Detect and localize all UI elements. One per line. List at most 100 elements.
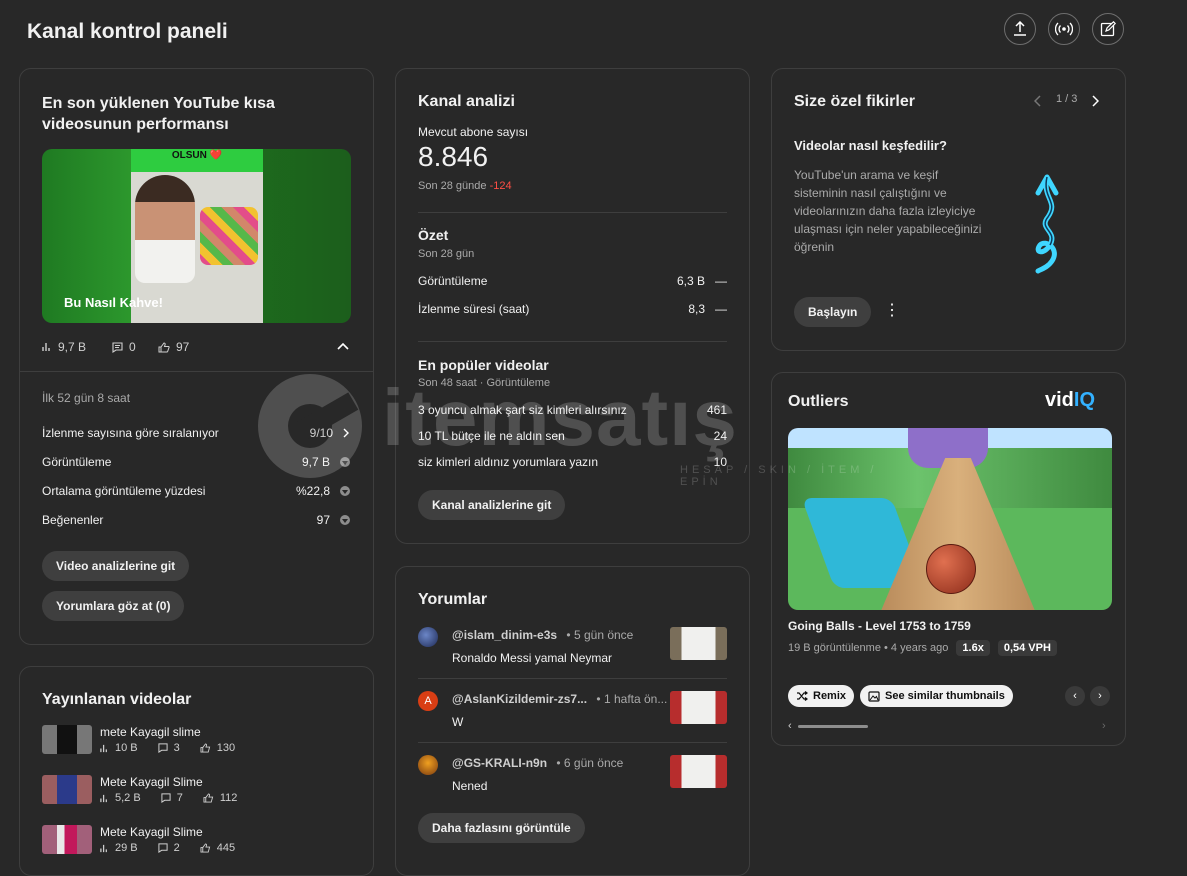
subscribers-change-label: Son 28 günde bbox=[418, 180, 487, 192]
metric-value: 9,7 B bbox=[301, 455, 330, 469]
avatar: A bbox=[418, 691, 438, 711]
idea-body: YouTube'un arama ve keşif sisteminin nas… bbox=[794, 168, 982, 254]
comment-text: Nened bbox=[452, 779, 488, 793]
comment-item[interactable]: A @AslanKizildemir-zs7... • 1 hafta ön..… bbox=[418, 691, 728, 741]
metric-label: İzlenme sayısına göre sıralanıyor bbox=[42, 426, 219, 440]
comments-stat: 0 bbox=[112, 340, 136, 354]
outlier-vph-badge: 0,54 VPH bbox=[997, 640, 1057, 656]
more-options-icon[interactable]: ⋮ bbox=[884, 303, 900, 319]
subscribers-change-row: Son 28 günde -124 bbox=[418, 180, 512, 192]
video-title: Mete Kayagil Slime bbox=[100, 825, 203, 839]
metric-label: Beğenenler bbox=[42, 513, 104, 527]
comment-item[interactable]: @islam_dinim-e3s • 5 gün önce Ronaldo Me… bbox=[418, 627, 728, 677]
similar-thumbnails-button[interactable]: See similar thumbnails bbox=[860, 685, 1013, 707]
idea-headline: Videolar nasıl keşfedilir? bbox=[794, 138, 947, 153]
outliers-title: Outliers bbox=[788, 393, 849, 410]
likes-value: 130 bbox=[216, 742, 236, 754]
thumbs-up-icon bbox=[200, 743, 210, 753]
carousel-prev-button[interactable]: ‹ bbox=[1065, 686, 1085, 706]
upload-button[interactable] bbox=[1004, 13, 1036, 45]
chevron-right-icon[interactable] bbox=[1091, 95, 1099, 107]
metric-row-avg-view: Ortalama görüntüleme yüzdesi %22,8 bbox=[42, 484, 350, 498]
comment-time: • 1 hafta ön... bbox=[596, 692, 668, 706]
summary-label: Görüntüleme bbox=[418, 274, 488, 288]
top-video-row[interactable]: 3 oyuncu almak şart siz kimleri alırsını… bbox=[418, 403, 727, 417]
remix-label: Remix bbox=[813, 690, 847, 702]
video-thumbnail bbox=[42, 725, 92, 754]
metric-value: %22,8 bbox=[295, 484, 330, 498]
comments-value: 2 bbox=[173, 842, 180, 854]
scroll-right-arrow-icon[interactable]: › bbox=[1102, 720, 1106, 732]
thumbnail-caption: Bu Nasıl Kahve! bbox=[64, 295, 163, 310]
video-thumbnail bbox=[42, 825, 92, 854]
views-stat: 5,2 B bbox=[100, 792, 141, 804]
ideas-pager: 1 / 3 bbox=[1056, 93, 1078, 105]
bar-chart-icon bbox=[100, 744, 107, 752]
horizontal-scrollbar[interactable] bbox=[798, 725, 868, 728]
top-video-views: 461 bbox=[706, 403, 727, 417]
likes-stat: 130 bbox=[200, 742, 235, 754]
chevron-up-icon[interactable] bbox=[337, 342, 349, 350]
create-post-button[interactable] bbox=[1092, 13, 1124, 45]
similar-label: See similar thumbnails bbox=[885, 690, 1005, 702]
views-value: 29 B bbox=[115, 842, 138, 854]
video-title: Mete Kayagil Slime bbox=[100, 775, 203, 789]
remix-button[interactable]: Remix bbox=[788, 685, 855, 707]
comment-time: • 5 gün önce bbox=[566, 628, 634, 642]
divider bbox=[418, 678, 727, 679]
published-video-item[interactable]: Mete Kayagil Slime 5,2 B 7 112 bbox=[42, 775, 237, 804]
scroll-left-arrow-icon[interactable]: ‹ bbox=[788, 720, 792, 732]
bar-chart-icon bbox=[100, 794, 107, 802]
view-more-comments-button[interactable]: Daha fazlasını görüntüle bbox=[418, 813, 585, 843]
published-video-item[interactable]: mete Kayagil slime 10 B 3 130 bbox=[42, 725, 235, 754]
outlier-video-title[interactable]: Going Balls - Level 1753 to 1759 bbox=[788, 619, 971, 633]
trend-down-icon bbox=[340, 515, 350, 525]
subscribers-change-value: -124 bbox=[489, 180, 512, 192]
trend-down-icon bbox=[340, 486, 350, 496]
summary-row-watch-time: İzlenme süresi (saat) 8,3 — bbox=[418, 302, 727, 316]
top-video-row[interactable]: 10 TL bütçe ile ne aldın sen 24 bbox=[418, 429, 727, 443]
comments-value: 0 bbox=[129, 340, 136, 354]
subscribers-value: 8.846 bbox=[418, 141, 489, 172]
thumbs-up-icon bbox=[203, 793, 213, 803]
metric-row-rank[interactable]: İzlenme sayısına göre sıralanıyor 9/10 bbox=[42, 426, 350, 440]
broadcast-icon bbox=[1055, 22, 1073, 36]
summary-value: 6,3 B bbox=[676, 274, 705, 288]
shorts-card-title: En son yüklenen YouTube kısa videosunun … bbox=[42, 95, 275, 133]
shorts-thumbnail[interactable]: OLSUN ❤️ Bu Nasıl Kahve! bbox=[42, 149, 351, 323]
summary-trend: — bbox=[715, 302, 727, 316]
view-comments-button[interactable]: Yorumlara göz at (0) bbox=[42, 591, 185, 621]
channel-analytics-button[interactable]: Kanal analizlerine git bbox=[418, 490, 566, 520]
carousel-next-button[interactable]: › bbox=[1090, 686, 1110, 706]
comment-icon bbox=[158, 843, 168, 853]
subscribers-label: Mevcut abone sayısı bbox=[418, 125, 529, 139]
views-value: 10 B bbox=[115, 742, 138, 754]
avatar bbox=[418, 755, 438, 775]
top-video-title: siz kimleri aldınız yorumlara yazın bbox=[418, 455, 599, 469]
ideas-card: Size özel fikirler 1 / 3 Videolar nasıl … bbox=[771, 68, 1126, 351]
summary-value: 8,3 bbox=[688, 302, 705, 316]
comment-video-thumbnail bbox=[670, 755, 727, 788]
page-title: Kanal kontrol paneli bbox=[27, 20, 228, 43]
published-video-item[interactable]: Mete Kayagil Slime 29 B 2 445 bbox=[42, 825, 235, 854]
summary-title: Özet bbox=[418, 227, 449, 243]
outlier-thumbnail[interactable] bbox=[788, 428, 1112, 610]
comment-item[interactable]: @GS-KRALI-n9n • 6 gün önce Nened bbox=[418, 755, 728, 805]
comment-text: Ronaldo Messi yamal Neymar bbox=[452, 651, 613, 665]
top-video-row[interactable]: siz kimleri aldınız yorumlara yazın 10 bbox=[418, 455, 727, 469]
get-started-button[interactable]: Başlayın bbox=[794, 297, 872, 327]
views-stat: 29 B bbox=[100, 842, 138, 854]
go-live-button[interactable] bbox=[1048, 13, 1080, 45]
comment-icon bbox=[161, 793, 171, 803]
summary-label: İzlenme süresi (saat) bbox=[418, 302, 530, 316]
trend-down-icon bbox=[340, 457, 350, 467]
vidiq-logo-iq: IQ bbox=[1073, 389, 1096, 411]
video-analytics-button[interactable]: Video analizlerine git bbox=[42, 551, 190, 581]
views-stat: 9,7 B bbox=[42, 340, 86, 354]
toy-figure bbox=[200, 207, 258, 265]
thumbs-up-icon bbox=[200, 843, 210, 853]
likes-stat: 112 bbox=[203, 792, 237, 804]
published-videos-card: Yayınlanan videolar mete Kayagil slime 1… bbox=[19, 666, 374, 876]
chevron-left-icon[interactable] bbox=[1034, 95, 1042, 107]
divider bbox=[418, 742, 727, 743]
